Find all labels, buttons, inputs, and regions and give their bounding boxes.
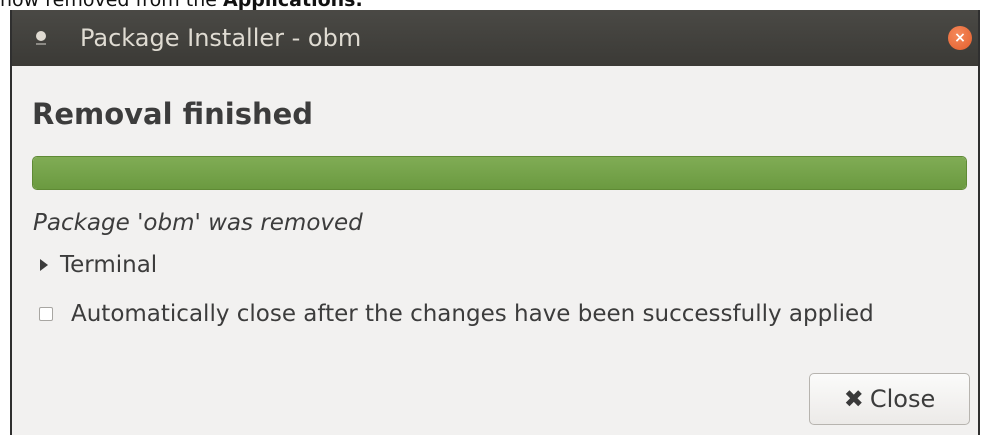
close-x-icon: ✖	[843, 385, 864, 413]
progress-bar	[32, 156, 967, 190]
auto-close-label: Automatically close after the changes ha…	[71, 301, 874, 327]
terminal-expander[interactable]: Terminal	[40, 250, 157, 280]
progress-fill	[33, 157, 966, 189]
expander-arrow-icon	[40, 259, 48, 271]
close-button-label: Close	[869, 385, 936, 413]
caption-text: now removed from the	[0, 0, 223, 10]
page-caption: now removed from the Applications.	[0, 0, 363, 10]
auto-close-option[interactable]: Automatically close after the changes ha…	[39, 298, 874, 330]
window-close-icon[interactable]: ×	[948, 26, 972, 50]
window-title: Package Installer - obm	[80, 24, 362, 52]
app-icon	[36, 31, 46, 45]
dialog-content: Removal finished Package 'obm' was remov…	[12, 66, 978, 435]
terminal-label: Terminal	[60, 252, 158, 278]
auto-close-checkbox[interactable]	[39, 307, 53, 321]
close-button[interactable]: ✖ Close	[809, 373, 970, 425]
package-installer-window: Package Installer - obm × Removal finish…	[10, 10, 980, 435]
caption-bold: Applications.	[223, 0, 363, 10]
title-bar[interactable]: Package Installer - obm ×	[12, 10, 978, 66]
status-text: Package 'obm' was removed	[33, 210, 363, 236]
dialog-heading: Removal finished	[32, 97, 314, 131]
